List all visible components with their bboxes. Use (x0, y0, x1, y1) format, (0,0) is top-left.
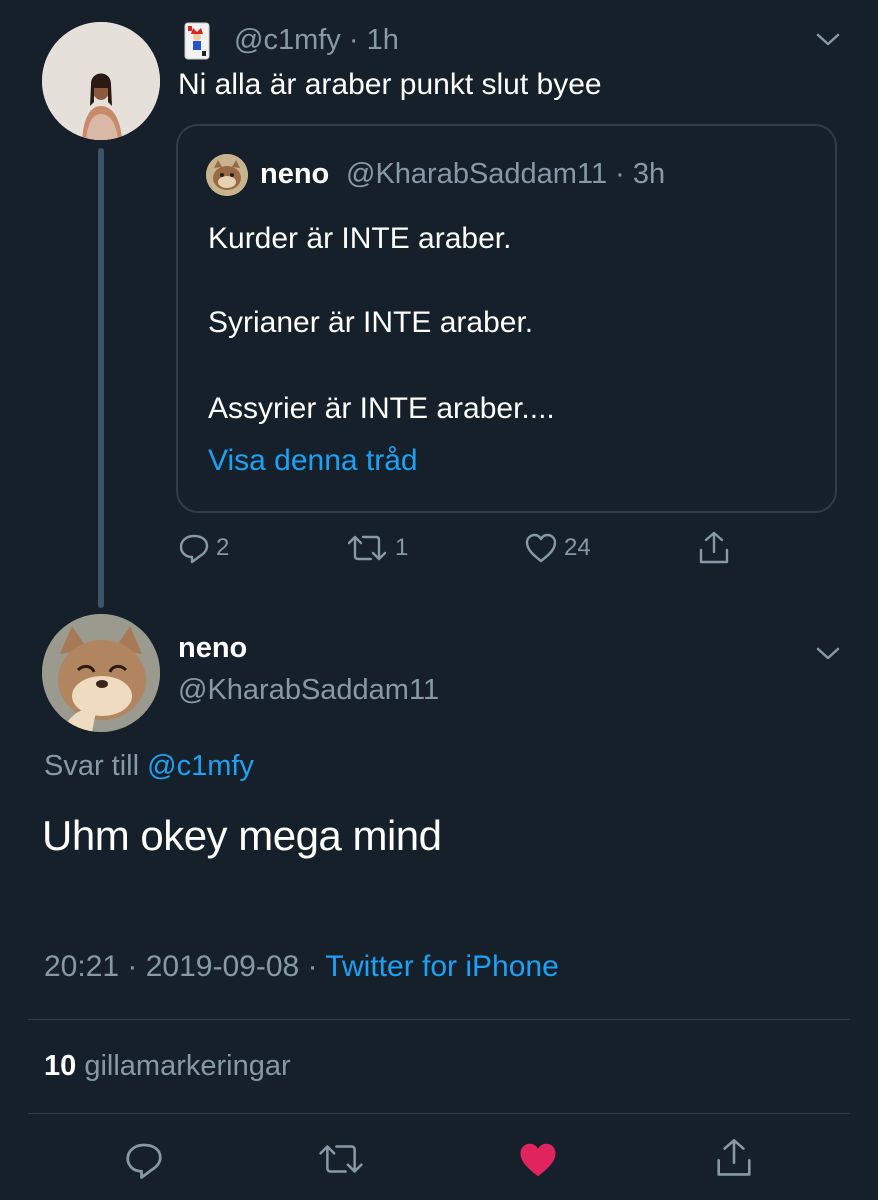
quoted-line: Kurder är INTE araber. (208, 222, 512, 255)
avatar-neno[interactable] (42, 614, 160, 732)
parent-reply-button[interactable]: 2 (178, 532, 229, 564)
share-button[interactable] (714, 1136, 754, 1180)
separator-dot: · (340, 24, 367, 56)
like-button[interactable] (516, 1140, 560, 1180)
author-handle[interactable]: @KharabSaddam11 (178, 674, 439, 707)
author-name[interactable]: neno (178, 632, 247, 665)
reply-to-handle[interactable]: @c1mfy (147, 750, 254, 782)
tweet-source[interactable]: Twitter for iPhone (325, 950, 558, 983)
parent-handle[interactable]: @c1mfy (234, 24, 341, 56)
chevron-down-icon[interactable] (814, 642, 842, 664)
show-thread-link[interactable]: Visa denna tråd (208, 444, 418, 478)
reply-to-line: Svar till @c1mfy (44, 750, 254, 783)
like-icon (516, 1140, 560, 1180)
reply-icon (178, 532, 210, 564)
thread-line (98, 148, 104, 608)
quoted-avatar (206, 154, 248, 196)
avatar-c1mfy[interactable] (42, 22, 160, 140)
retweet-icon (316, 1140, 366, 1178)
reply-count: 2 (216, 534, 230, 561)
tweet-text: Uhm okey mega mind (42, 812, 442, 859)
retweet-icon (345, 532, 389, 564)
quoted-handle: @KharabSaddam11 (346, 158, 608, 190)
likes-count: 10 (44, 1050, 77, 1082)
tweet-date: 2019-09-08 (145, 950, 300, 983)
quoted-header: @KharabSaddam11 · 3h (346, 158, 665, 191)
tweet-time: 20:21 (44, 950, 120, 983)
likes-summary[interactable]: 10 gillamarkeringar (44, 1050, 291, 1083)
quoted-time: 3h (632, 158, 666, 190)
retweet-count: 1 (395, 534, 409, 561)
parent-like-button[interactable]: 24 (524, 532, 591, 564)
reply-prefix: Svar till (44, 750, 140, 782)
quoted-line: Assyrier är INTE araber.... (208, 392, 555, 425)
reply-icon (124, 1140, 164, 1180)
share-icon (714, 1136, 754, 1180)
like-count: 24 (564, 534, 591, 561)
parent-tweet-header: @c1mfy · 1h (234, 24, 399, 57)
like-icon (524, 532, 558, 564)
divider (28, 1113, 850, 1114)
likes-label: gillamarkeringar (84, 1050, 291, 1082)
parent-retweet-button[interactable]: 1 (345, 532, 408, 564)
quoted-line: Syrianer är INTE araber. (208, 306, 534, 339)
separator-dot: · (607, 158, 633, 190)
parent-tweet-text: Ni alla är araber punkt slut byee (178, 68, 602, 101)
separator-dot: · (299, 950, 326, 983)
retweet-button[interactable] (316, 1140, 366, 1178)
parent-share-button[interactable] (697, 530, 731, 566)
share-icon (697, 530, 731, 566)
quoted-name: neno (260, 158, 330, 190)
divider (28, 1019, 850, 1020)
separator-dot: · (119, 950, 146, 983)
joker-card-icon (180, 22, 214, 60)
chevron-down-icon[interactable] (814, 28, 842, 50)
tweet-meta: 20:21 · 2019-09-08 · Twitter for iPhone (44, 950, 559, 984)
reply-button[interactable] (124, 1140, 164, 1180)
parent-time: 1h (366, 24, 399, 56)
